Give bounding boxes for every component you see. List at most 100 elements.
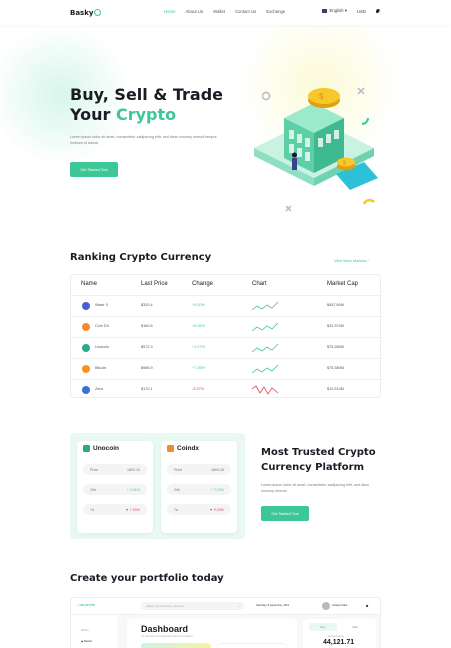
trade-widget: Buy Sell Account price 44,121.71 [303,619,376,648]
nav-wallet[interactable]: Wallet [213,9,225,14]
dashboard-main: Dashboard An overview of cryptocurrencie… [127,619,297,648]
col-name: Name [81,281,98,287]
coin-icon [82,344,90,352]
balance-value: 44,121.71 [323,639,355,646]
trusted-description: Lorem ipsum dolor sit amet, consectetur … [261,483,369,493]
nav-exchange[interactable]: Exchange [266,9,285,14]
hero-description: Lorem ipsum dolor sit amet, consectetur … [70,135,217,145]
svg-text:$: $ [319,92,324,101]
nav-home[interactable]: Home [164,9,175,14]
coin-name: Wazir X [95,303,109,307]
svg-text:$: $ [343,161,346,167]
hero-get-started-button[interactable]: Get Started Tool [70,162,118,177]
logo[interactable]: Basky [70,8,102,17]
coin-icon [82,365,90,373]
header-controls: English ▾ USD [322,8,381,14]
col-last-price: Last Price [141,281,168,287]
sidebar-item-market[interactable]: ◉ Market [81,640,92,643]
col-market-cap: Market Cap [327,281,359,287]
dark-mode-toggle-icon[interactable] [376,8,381,14]
market-cap: $32,370M [327,324,344,328]
dashboard-topbar: ◐ UNI CRYPTO Search cryptocurrency, name… [71,598,380,615]
dashboard-subtitle: An overview of cryptocurrencies and mark… [141,635,193,638]
coin-name: Bitcoin [95,366,107,370]
trusted-get-started-button[interactable]: Get Started Tool [261,506,309,521]
ranking-title: Ranking Crypto Currency [70,252,212,263]
hero-illustration: $ $ [254,87,378,212]
card-price-row: Price 1800.26 [167,464,231,475]
table-row[interactable]: Wazir X $320.4 +5.20% $457.60M [71,295,382,316]
market-cap: $75,280M [327,345,344,349]
chevron-right-icon: › [367,259,369,263]
card-24h-row: 24h + 7.13% [167,484,231,495]
coin-icon [82,302,90,310]
market-cap: $457.60M [327,303,344,307]
change: +5.35% [192,324,205,328]
change: -5.37% [192,387,205,391]
change: +5.20% [192,303,205,307]
balance-label: Account price [328,635,344,638]
dashboard-preview: ◐ UNI CRYPTO Search cryptocurrency, name… [70,597,381,648]
coin-name: Zera [95,387,103,391]
logo-text: Basky [70,8,94,17]
dashboard-title: Dashboard [141,624,189,634]
tab-sell[interactable]: Sell [341,623,369,631]
card-price-row: Price 1800.10 [83,464,147,475]
market-cap: $10,510M [327,387,344,391]
hero-title: Buy, Sell & Trade Your Crypto [70,85,224,124]
us-flag-icon [322,8,328,13]
coin-name: Coin DX [95,324,110,328]
col-change: Change [192,281,214,287]
dashboard-search-input[interactable]: Search cryptocurrency, name etc. ○ [141,602,244,610]
sparkline-chart [252,364,279,374]
market-cap: $75,380M [327,366,344,370]
last-price: $986.9 [141,366,153,370]
card-7d-row: 7d ▼ 9.23% [167,504,231,515]
currency-select[interactable]: USD [357,9,366,14]
change: +1.27% [192,345,205,349]
dashboard-logo: ◐ UNI CRYPTO [77,604,96,607]
table-row[interactable]: Unocoin $572.3 +1.27% $75,280M [71,337,382,358]
last-price: $160.6 [141,324,153,328]
tab-buy[interactable]: Buy [309,623,337,631]
sparkline-chart [252,322,279,332]
sparkline-chart [252,385,279,395]
card-title: Coindx [167,445,199,452]
top-header: Basky Home About Us Wallet Contact Us Ex… [0,0,451,25]
nav-contact[interactable]: Contact Us [235,9,256,14]
bell-icon[interactable]: ■ [366,603,368,608]
main-nav: Home About Us Wallet Contact Us Exchange [164,9,285,14]
coindx-icon [167,445,174,452]
portfolio-title: Create your portfolio today [70,573,224,584]
last-price: $320.4 [141,303,153,307]
table-row[interactable]: Bitcoin $986.9 +7.35% $75,380M [71,358,382,379]
card-24h-row: 24h + 3.21% [83,484,147,495]
coin-icon [82,386,90,394]
nav-about[interactable]: About Us [185,9,203,14]
promo-banner [141,643,211,648]
user-name[interactable]: Ashiqul Kabir [332,604,347,607]
table-row[interactable]: Coin DX $160.6 +5.35% $32,370M [71,316,382,337]
coin-card-unocoin[interactable]: Unocoin Price 1800.10 24h + 3.21% 7d ▼ 7.03… [77,441,153,533]
search-icon: ○ [238,604,240,608]
language-select[interactable]: English ▾ [322,8,347,14]
dashboard-date: Saturday, 8 september, 2021 [256,604,290,607]
view-more-markets-link[interactable]: View More Markets › [334,259,369,263]
sparkline-chart [252,301,279,311]
coin-icon [82,323,90,331]
last-price: $572.3 [141,345,153,349]
avatar[interactable] [322,602,330,610]
ranking-table: Name Last Price Change Chart Market Cap … [70,274,382,400]
sparkline-chart [252,343,279,353]
coin-card-coindx[interactable]: Coindx Price 1800.26 24h + 7.13% 7d ▼ 9.23% [161,441,237,533]
table-row[interactable]: Zera $170.1 -5.37% $10,510M [71,379,382,400]
card-7d-row: 7d ▼ 7.03% [83,504,147,515]
market-icon: ◉ [81,640,84,643]
unocoin-icon [83,445,90,452]
logo-mark-icon [94,9,102,16]
col-chart: Chart [252,281,267,287]
trusted-title: Most Trusted Crypto Currency Platform [261,447,376,473]
last-price: $170.1 [141,387,153,391]
card-title: Unocoin [83,445,119,452]
change: +7.35% [192,366,205,370]
